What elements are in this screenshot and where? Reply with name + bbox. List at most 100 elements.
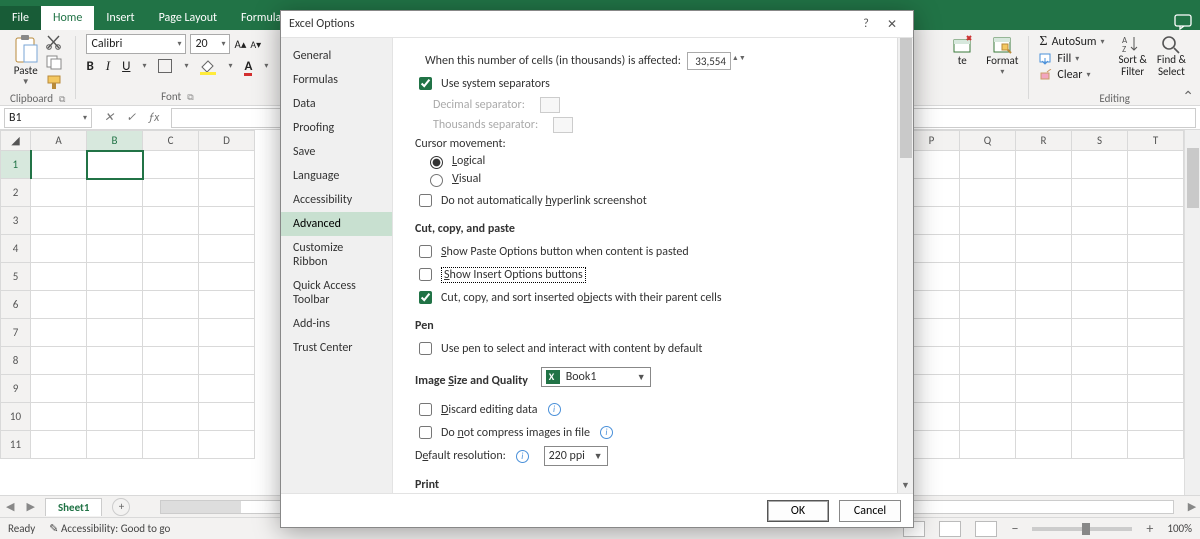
nav-formulas[interactable]: Formulas bbox=[281, 68, 392, 92]
cancel-formula-icon[interactable]: ✕ bbox=[104, 110, 114, 125]
dialog-close-button[interactable]: ✕ bbox=[879, 17, 905, 32]
font-name-combo[interactable]: Calibri▾ bbox=[86, 34, 186, 54]
delete-button[interactable]: te bbox=[952, 34, 972, 67]
tab-insert[interactable]: Insert bbox=[94, 6, 146, 30]
sheet-nav-prev-icon[interactable]: ◀ bbox=[0, 500, 20, 513]
cursor-logical-radio[interactable]: Logical bbox=[425, 153, 895, 169]
use-system-separators-checkbox[interactable] bbox=[419, 77, 432, 90]
active-cell[interactable] bbox=[87, 151, 143, 179]
show-insert-options-checkbox[interactable] bbox=[419, 268, 432, 281]
no-compress-checkbox[interactable] bbox=[419, 426, 432, 439]
font-size-combo[interactable]: 20▾ bbox=[190, 34, 230, 54]
grid-vscrollbar[interactable] bbox=[1184, 130, 1200, 495]
row-header[interactable]: 7 bbox=[1, 319, 31, 347]
nav-advanced[interactable]: Advanced bbox=[281, 212, 392, 236]
zoom-in-button[interactable]: + bbox=[1146, 520, 1153, 537]
cut-copy-sort-checkbox[interactable] bbox=[419, 291, 432, 304]
default-resolution-combo[interactable]: 220 ppi▼ bbox=[544, 446, 608, 466]
row-header[interactable]: 3 bbox=[1, 207, 31, 235]
dialog-help-button[interactable]: ? bbox=[853, 17, 879, 31]
info-icon[interactable]: i bbox=[548, 403, 561, 416]
show-paste-options-checkbox[interactable] bbox=[419, 245, 432, 258]
view-page-break-icon[interactable] bbox=[975, 521, 997, 537]
tab-home[interactable]: Home bbox=[41, 6, 94, 30]
scroll-down-icon[interactable]: ▼ bbox=[898, 480, 913, 491]
fill-button[interactable]: Fill▾ bbox=[1039, 52, 1104, 66]
format-button[interactable]: Format ▾ bbox=[986, 34, 1018, 77]
select-all-corner[interactable]: ◢ bbox=[1, 131, 31, 151]
enter-formula-icon[interactable]: ✓ bbox=[126, 110, 136, 125]
find-select-button[interactable]: Find &Select bbox=[1157, 34, 1186, 78]
italic-button[interactable]: I bbox=[106, 58, 110, 74]
cancel-button[interactable]: Cancel bbox=[839, 500, 901, 522]
nav-customize-ribbon[interactable]: Customize Ribbon bbox=[281, 236, 392, 274]
spinner-icon[interactable]: ▲▼ bbox=[732, 53, 742, 69]
row-header[interactable]: 9 bbox=[1, 375, 31, 403]
border-button[interactable] bbox=[158, 59, 172, 73]
autosum-button[interactable]: ΣAutoSum▾ bbox=[1039, 34, 1104, 50]
paste-button[interactable]: Paste ▼ bbox=[13, 34, 39, 87]
row-header[interactable]: 2 bbox=[1, 179, 31, 207]
zoom-out-button[interactable]: − bbox=[1011, 520, 1018, 537]
paste-dropdown-icon[interactable]: ▼ bbox=[22, 77, 30, 87]
copy-icon[interactable] bbox=[45, 54, 63, 70]
zoom-percent[interactable]: 100% bbox=[1167, 522, 1192, 535]
add-sheet-button[interactable]: + bbox=[112, 498, 130, 516]
decrease-font-icon[interactable]: A▾ bbox=[250, 38, 261, 51]
col-header[interactable]: Q bbox=[960, 131, 1016, 151]
underline-button[interactable]: U bbox=[122, 59, 130, 74]
ok-button[interactable]: OK bbox=[767, 500, 829, 522]
font-color-button[interactable]: A bbox=[244, 59, 252, 74]
cursor-visual-radio[interactable]: Visual bbox=[425, 171, 895, 187]
nav-general[interactable]: General bbox=[281, 44, 392, 68]
pen-select-checkbox[interactable] bbox=[419, 342, 432, 355]
nav-accessibility[interactable]: Accessibility bbox=[281, 188, 392, 212]
cells-affected-input[interactable]: 33,554▲▼ bbox=[687, 52, 731, 70]
image-quality-book-combo[interactable]: Book1▼ bbox=[541, 367, 651, 387]
nav-data[interactable]: Data bbox=[281, 92, 392, 116]
status-accessibility[interactable]: ✎ Accessibility: Good to go bbox=[49, 522, 170, 535]
format-painter-icon[interactable] bbox=[45, 74, 63, 90]
discard-editing-checkbox[interactable] bbox=[419, 403, 432, 416]
hscroll-right-icon[interactable]: ▶ bbox=[1184, 500, 1200, 513]
tab-page-layout[interactable]: Page Layout bbox=[147, 6, 229, 30]
fx-icon[interactable]: ƒx bbox=[148, 111, 159, 125]
view-page-layout-icon[interactable] bbox=[939, 521, 961, 537]
comment-icon[interactable] bbox=[1174, 14, 1192, 30]
sort-filter-button[interactable]: AZ Sort &Filter bbox=[1118, 34, 1146, 78]
row-header[interactable]: 4 bbox=[1, 235, 31, 263]
font-launcher-icon[interactable]: ⧉ bbox=[187, 92, 193, 103]
col-header[interactable]: S bbox=[1072, 131, 1128, 151]
increase-font-icon[interactable]: A▴ bbox=[234, 38, 246, 51]
col-header[interactable]: C bbox=[143, 131, 199, 151]
dialog-vscrollbar[interactable]: ▲ ▼ bbox=[897, 38, 913, 493]
info-icon[interactable]: i bbox=[516, 450, 529, 463]
row-header[interactable]: 11 bbox=[1, 431, 31, 459]
clipboard-launcher-icon[interactable]: ⧉ bbox=[59, 94, 65, 105]
bold-button[interactable]: B bbox=[86, 59, 93, 74]
nav-save[interactable]: Save bbox=[281, 140, 392, 164]
fill-color-button[interactable] bbox=[200, 59, 216, 73]
col-header[interactable]: R bbox=[1016, 131, 1072, 151]
collapse-ribbon-icon[interactable]: ⌃ bbox=[1182, 88, 1194, 105]
zoom-slider[interactable] bbox=[1032, 527, 1132, 531]
col-header[interactable]: T bbox=[1128, 131, 1184, 151]
sheet-tab[interactable]: Sheet1 bbox=[45, 498, 103, 516]
info-icon[interactable]: i bbox=[600, 426, 613, 439]
col-header[interactable]: B bbox=[87, 131, 143, 151]
auto-hyperlink-checkbox[interactable] bbox=[419, 194, 432, 207]
row-header[interactable]: 1 bbox=[1, 151, 31, 179]
col-header[interactable]: D bbox=[199, 131, 255, 151]
row-header[interactable]: 10 bbox=[1, 403, 31, 431]
nav-trust-center[interactable]: Trust Center bbox=[281, 336, 392, 360]
clear-button[interactable]: Clear▾ bbox=[1039, 68, 1104, 82]
nav-quick-access[interactable]: Quick Access Toolbar bbox=[281, 274, 392, 312]
nav-language[interactable]: Language bbox=[281, 164, 392, 188]
nav-addins[interactable]: Add-ins bbox=[281, 312, 392, 336]
name-box[interactable]: B1▾ bbox=[4, 108, 92, 128]
cut-icon[interactable] bbox=[45, 34, 63, 50]
row-header[interactable]: 6 bbox=[1, 291, 31, 319]
row-header[interactable]: 5 bbox=[1, 263, 31, 291]
tab-file[interactable]: File bbox=[0, 6, 41, 30]
nav-proofing[interactable]: Proofing bbox=[281, 116, 392, 140]
